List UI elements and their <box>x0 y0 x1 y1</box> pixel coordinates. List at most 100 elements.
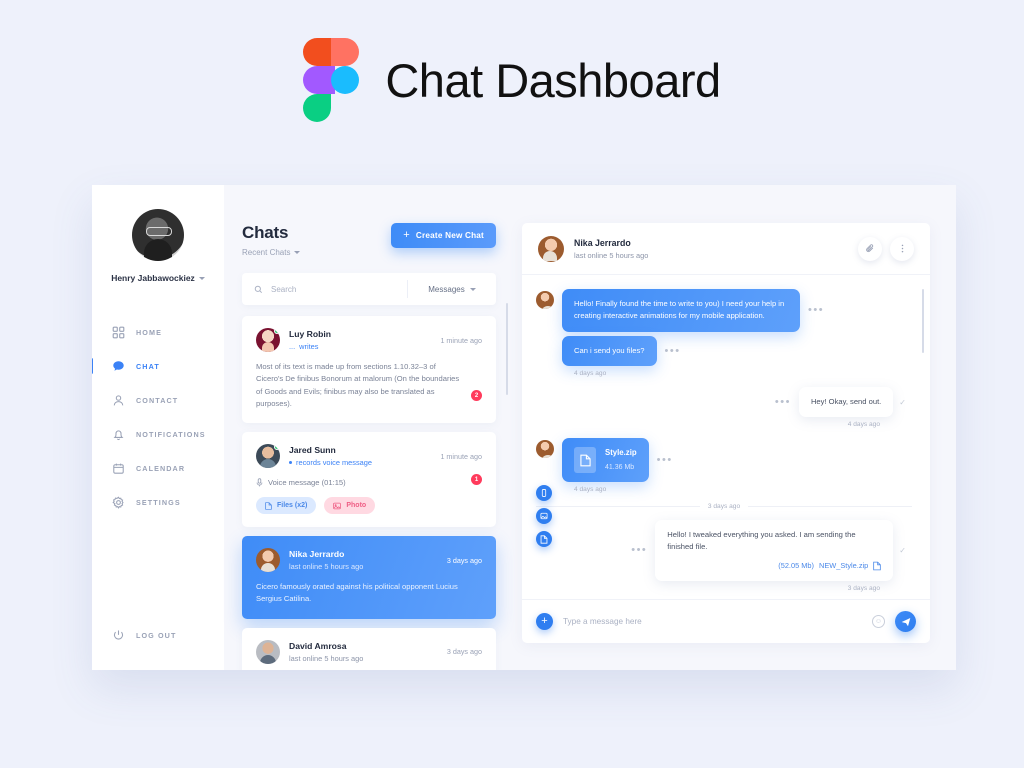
chat-item-time: 3 days ago <box>446 647 482 657</box>
image-icon <box>540 512 548 520</box>
sidebar-item-label: CALENDAR <box>136 463 186 473</box>
chat-item-time: 3 days ago <box>446 555 482 565</box>
chat-list-column: Chats Recent Chats + Create New Chat Sea… <box>224 185 514 670</box>
more-vertical-icon <box>901 244 903 253</box>
message-bubble-file[interactable]: Style.zip 41.36 Mb <box>562 438 649 483</box>
quick-action-image[interactable] <box>536 508 552 524</box>
message-options-icon[interactable]: ••• <box>767 387 799 417</box>
sidebar-nav: HOME CHAT CONTACT NOTIFICATIONS CALENDAR… <box>92 315 224 519</box>
voice-message-row: Voice message (01:15) <box>256 478 482 487</box>
profile-name-row[interactable]: Henry Jabbawockiez <box>111 273 205 283</box>
sidebar-item-chat[interactable]: CHAT <box>92 349 224 383</box>
emoji-button[interactable]: ☺ <box>872 615 885 628</box>
profile-block[interactable]: Henry Jabbawockiez <box>92 209 224 283</box>
gear-icon <box>112 496 125 509</box>
search-placeholder: Search <box>271 284 297 294</box>
figma-logo-icon <box>303 38 360 122</box>
chat-item-preview: Cicero famously orated against his polit… <box>256 582 458 604</box>
paperclip-icon <box>865 244 873 253</box>
file-icon <box>574 447 596 474</box>
tag-label: Files (x2) <box>277 502 308 510</box>
chat-item-preview: Most of its text is made up from section… <box>256 362 460 408</box>
chat-item-status: ... writes <box>289 342 431 351</box>
avatar-nika-jerrardo <box>536 440 554 459</box>
sidebar-item-logout[interactable]: LOG OUT <box>92 618 176 652</box>
chat-list-item-david-amrosa[interactable]: David Amrosa last online 5 hours ago 3 d… <box>242 627 496 670</box>
page-title-chats: Chats <box>242 223 289 242</box>
sidebar-item-settings[interactable]: SETTINGS <box>92 485 224 519</box>
person-icon <box>112 394 125 407</box>
chat-list-scrollbar[interactable] <box>505 303 508 395</box>
tag-photo[interactable]: Photo <box>324 497 376 515</box>
conversation-column: Nika Jerrardo last online 5 hours ago He… <box>514 185 956 670</box>
chat-list: Luy Robin ... writes 1 minute ago Most o… <box>242 316 496 670</box>
chevron-down-icon[interactable] <box>198 276 205 280</box>
message-bubble[interactable]: Hello! I tweaked everything you asked. I… <box>655 520 894 581</box>
message-timestamp: 4 days ago <box>574 369 607 377</box>
sidebar-item-label: NOTIFICATIONS <box>136 429 206 439</box>
unread-badge: 2 <box>471 390 482 402</box>
messages-scrollbar[interactable] <box>921 289 924 353</box>
message-bubble[interactable]: Hey! Okay, send out. <box>798 386 894 418</box>
app-window: Henry Jabbawockiez HOME CHAT CONTACT NOT… <box>92 185 956 670</box>
file-icon <box>540 534 548 544</box>
phone-icon <box>541 489 547 497</box>
avatar-nika-jerrardo <box>538 235 564 262</box>
tag-files[interactable]: Files (x2) <box>256 497 317 515</box>
sidebar-item-label: CONTACT <box>136 395 179 405</box>
avatar-nika-jerrardo <box>256 548 280 573</box>
chat-item-status-label: records voice message <box>296 458 372 468</box>
page-title: Chat Dashboard <box>385 53 721 107</box>
chat-list-item-luy-robin[interactable]: Luy Robin ... writes 1 minute ago Most o… <box>242 316 496 424</box>
search-input[interactable]: Search <box>242 285 407 294</box>
sidebar-item-calendar[interactable]: CALENDAR <box>92 451 224 485</box>
conversation-contact-name: Nika Jerrardo <box>574 237 631 248</box>
message-options-icon[interactable]: ••• <box>649 438 681 482</box>
sidebar-item-home[interactable]: HOME <box>92 315 224 349</box>
message-text: Hello! I tweaked everything you asked. I… <box>667 530 856 552</box>
message-input[interactable]: Type a message here <box>563 617 862 626</box>
calendar-icon <box>112 462 125 475</box>
message-options-icon[interactable]: ••• <box>657 336 689 366</box>
message-options-icon[interactable]: ••• <box>623 520 655 581</box>
messages-filter-dropdown[interactable]: Messages <box>408 285 496 294</box>
message-row: Hello! Finally found the time to write t… <box>536 289 912 332</box>
chat-list-item-jared-sunn[interactable]: Jared Sunn records voice message 1 minut… <box>242 432 496 528</box>
message-bubble[interactable]: Hello! Finally found the time to write t… <box>562 289 800 332</box>
chat-item-time: 1 minute ago <box>440 335 482 345</box>
more-options-button[interactable] <box>890 236 914 261</box>
sidebar-item-label: SETTINGS <box>136 497 181 507</box>
chat-list-header: Chats Recent Chats + Create New Chat <box>242 223 496 257</box>
read-check-icon: ✓ <box>899 545 906 555</box>
chat-list-item-nika-jerrardo[interactable]: Nika Jerrardo last online 5 hours ago 3 … <box>242 536 496 619</box>
profile-name: Henry Jabbawockiez <box>111 273 195 283</box>
create-new-chat-button[interactable]: + Create New Chat <box>391 223 496 248</box>
chevron-down-icon <box>294 251 301 254</box>
search-icon <box>254 285 263 293</box>
typing-dots-icon: ... <box>289 342 296 351</box>
send-button[interactable] <box>895 611 916 632</box>
chat-bubble-icon <box>112 360 125 373</box>
conversation-header: Nika Jerrardo last online 5 hours ago <box>522 223 930 275</box>
file-name: Style.zip <box>605 448 637 458</box>
recording-dot-icon <box>289 461 292 465</box>
conversation-contact-status: last online 5 hours ago <box>574 250 649 260</box>
message-bubble[interactable]: Can i send you files? <box>562 335 657 366</box>
quick-actions <box>536 485 552 547</box>
day-separator-label: 3 days ago <box>707 503 741 511</box>
message-timestamp: 4 days ago <box>574 486 607 494</box>
message-row: ••• Hey! Okay, send out. ✓ <box>536 386 912 418</box>
sidebar-item-contact[interactable]: CONTACT <box>92 383 224 417</box>
message-options-icon[interactable]: ••• <box>800 289 832 332</box>
chat-item-name: Luy Robin <box>289 329 332 339</box>
quick-action-phone[interactable] <box>536 485 552 501</box>
microphone-icon <box>256 478 263 487</box>
message-row: ••• Hello! I tweaked everything you aske… <box>536 520 912 581</box>
attach-button[interactable] <box>858 236 882 261</box>
quick-action-file[interactable] <box>536 531 552 547</box>
add-attachment-button[interactable]: + <box>536 613 553 630</box>
message-attachment[interactable]: (52.05 Mb) NEW_Style.zip <box>667 560 882 572</box>
sidebar-item-notifications[interactable]: NOTIFICATIONS <box>92 417 224 451</box>
recent-chats-filter[interactable]: Recent Chats <box>242 248 301 257</box>
chat-item-status-label: writes <box>299 342 319 351</box>
